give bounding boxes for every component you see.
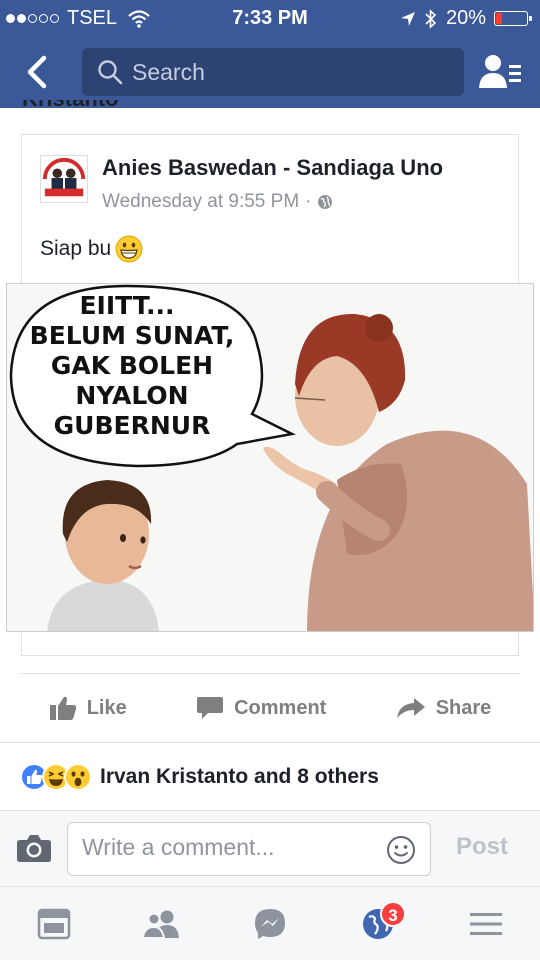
reaction-icons [20, 763, 92, 791]
wow-reaction-icon [64, 763, 92, 791]
post-comment-button[interactable]: Post [456, 833, 508, 861]
search-input[interactable] [132, 58, 432, 86]
notifications-badge: 3 [380, 900, 406, 927]
post-text: Siap bu [40, 235, 143, 263]
grinning-face-emoji [115, 235, 143, 263]
bubble-line-5: GUBERNUR [54, 411, 211, 440]
share-label: Share [435, 696, 492, 719]
share-arrow-icon [396, 698, 425, 718]
comment-label: Comment [234, 696, 327, 719]
comment-input[interactable] [82, 834, 372, 861]
bubble-line-1: EIITT... [79, 291, 174, 320]
page-avatar[interactable] [40, 155, 88, 203]
previous-content-cutoff: Kristanto [22, 100, 122, 110]
comment-bubble-icon [197, 697, 224, 719]
comment-field[interactable] [67, 822, 431, 876]
menu-icon [470, 912, 502, 935]
reactions-summary[interactable]: Irvan Kristanto and 8 others [20, 760, 379, 794]
bubble-line-4: NYALON [75, 381, 188, 410]
back-chevron-icon[interactable] [20, 52, 56, 92]
location-arrow-icon [400, 11, 415, 26]
emoji-sticker-icon[interactable] [386, 835, 416, 865]
friend-requests-icon[interactable] [478, 52, 522, 92]
search-icon [98, 60, 123, 85]
bubble-line-2: BELUM SUNAT, [30, 321, 235, 350]
divider-top [21, 673, 519, 674]
top-bar: TSEL 7:33 PM 20% [0, 0, 540, 108]
tab-friends[interactable] [132, 899, 192, 949]
like-button[interactable]: Like [49, 695, 127, 721]
meme-illustration: EIITT... BELUM SUNAT, GAK BOLEH NYALON G… [7, 284, 533, 631]
comment-composer: Post [0, 810, 540, 886]
thumbs-up-icon [49, 696, 76, 720]
tab-menu[interactable] [456, 899, 516, 949]
nav-row [0, 44, 540, 100]
reactions-text[interactable]: Irvan Kristanto and 8 others [100, 765, 379, 789]
post-timestamp[interactable]: Wednesday at 9:55 PM [102, 191, 299, 213]
globe-privacy-icon [318, 195, 333, 209]
bluetooth-icon [425, 8, 437, 29]
battery-icon [494, 11, 532, 26]
status-right: 20% [400, 7, 532, 30]
messenger-icon [255, 908, 285, 939]
bottom-tab-bar: 3 [0, 886, 540, 960]
like-label: Like [86, 696, 127, 719]
tab-notifications[interactable]: 3 [348, 899, 408, 949]
camera-icon[interactable] [16, 833, 52, 863]
page-name-link[interactable]: Anies Baswedan - Sandiaga Uno [102, 155, 443, 181]
news-feed-icon [37, 908, 71, 939]
divider-bottom [0, 742, 540, 743]
friends-icon [142, 910, 179, 939]
search-bar[interactable] [82, 48, 464, 96]
post-meta: Wednesday at 9:55 PM · [102, 191, 333, 213]
comment-button[interactable]: Comment [196, 695, 326, 721]
status-bar: TSEL 7:33 PM 20% [0, 0, 540, 36]
post-text-content: Siap bu [40, 237, 112, 260]
tab-messenger[interactable] [240, 899, 300, 949]
post-actions: Like Comment Share [0, 680, 540, 736]
tab-news-feed[interactable] [24, 899, 84, 949]
meta-separator: · [305, 191, 312, 212]
post-photo[interactable]: EIITT... BELUM SUNAT, GAK BOLEH NYALON G… [6, 283, 534, 632]
share-button[interactable]: Share [396, 696, 492, 720]
bubble-line-3: GAK BOLEH [51, 351, 213, 380]
battery-percent: 20% [445, 7, 486, 29]
